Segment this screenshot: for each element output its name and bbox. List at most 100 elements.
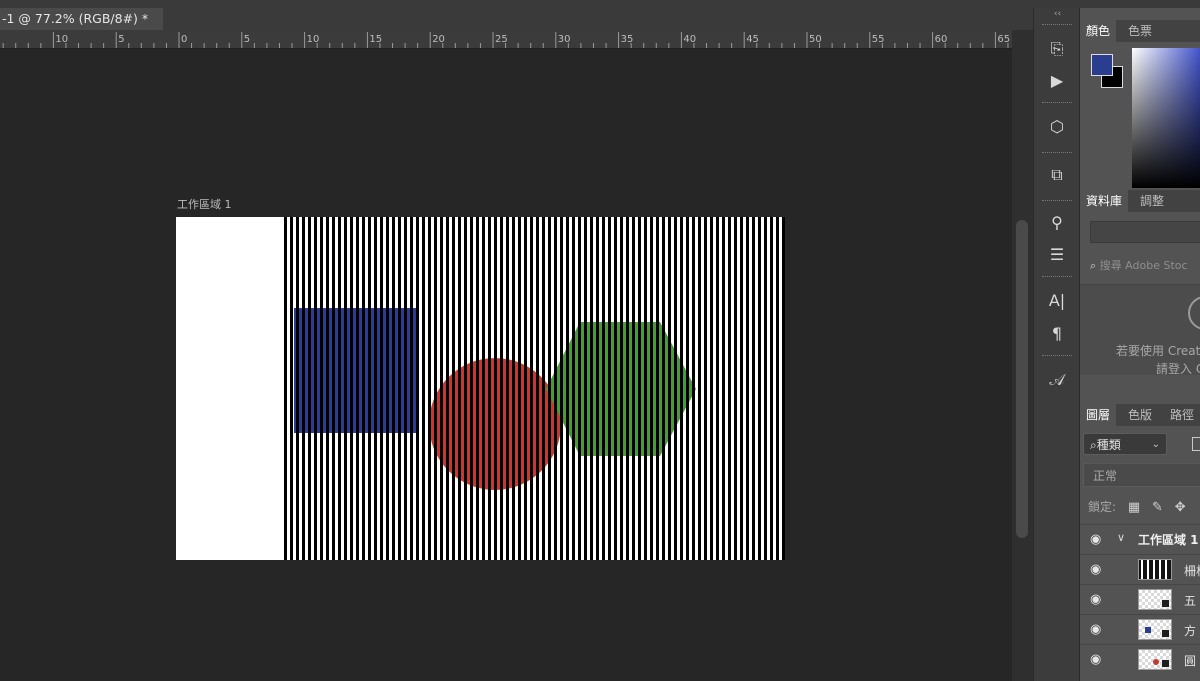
foreground-color-swatch[interactable] (1091, 54, 1113, 76)
paragraph-icon[interactable]: ¶ (1040, 321, 1074, 347)
3d-icon[interactable]: ⬡ (1040, 114, 1074, 140)
layer-row[interactable]: ◉ 柵格 (1080, 554, 1200, 584)
stripe (506, 217, 509, 560)
stripe (722, 217, 725, 560)
stripe (602, 217, 605, 560)
layer-thumbnail (1138, 559, 1172, 580)
glyphs-icon[interactable]: 𝒜 (1040, 367, 1074, 393)
stripe (476, 217, 479, 560)
lock-transparent-pixels-icon[interactable]: ▦ (1128, 500, 1140, 515)
ruler-label: 65 (997, 34, 1010, 45)
eye-icon[interactable]: ◉ (1090, 652, 1101, 667)
library-dropdown[interactable] (1090, 221, 1200, 243)
ruler-label: 10 (55, 34, 68, 45)
tool-separator (1042, 102, 1072, 105)
layer-filter-select[interactable]: ⌕種類 ⌄ (1083, 433, 1167, 455)
stripe (464, 217, 467, 560)
brush-presets-icon[interactable]: ⚲ (1040, 210, 1074, 236)
stripe (356, 217, 359, 560)
stripe (560, 217, 563, 560)
layer-row[interactable]: ◉ 方 (1080, 614, 1200, 644)
stripe (620, 217, 623, 560)
stripe (608, 217, 611, 560)
stripe (644, 217, 647, 560)
stripe (470, 217, 473, 560)
artboard[interactable] (176, 217, 785, 560)
stripe (494, 217, 497, 560)
collapse-panels-icon[interactable]: ‹‹ (1034, 8, 1081, 20)
color-picker-field[interactable] (1132, 48, 1200, 188)
stripe (500, 217, 503, 560)
stripe (404, 217, 407, 560)
tool-separator (1042, 355, 1072, 358)
lock-row: 鎖定: ▦ ✎ ✥ (1088, 498, 1186, 515)
tab-paths[interactable]: 路徑 (1164, 404, 1200, 426)
eye-icon[interactable]: ◉ (1090, 532, 1101, 547)
stripe (716, 217, 719, 560)
layer-group-artboard[interactable]: ◉ ∨ 工作區域 1 (1080, 524, 1200, 554)
stripe (452, 217, 455, 560)
stripe (320, 217, 323, 560)
filter-pixel-layer-icon[interactable] (1192, 437, 1200, 451)
stripe (512, 217, 515, 560)
stripe (524, 217, 527, 560)
panel-toolstrip: ‹‹ ⎘ ▶ ⬡ ⧉ ⚲ ☰ A| ¶ 𝒜 (1033, 8, 1080, 681)
stripe (746, 217, 749, 560)
actions-icon[interactable]: ▶ (1040, 68, 1074, 94)
stripe (386, 217, 389, 560)
tab-adjustments[interactable]: 調整 (1134, 190, 1170, 212)
ruler-label: 25 (495, 34, 508, 45)
search-icon: ⌕ (1090, 259, 1097, 272)
ruler-label: 10 (307, 34, 320, 45)
stripe (764, 217, 767, 560)
stripe (326, 217, 329, 560)
tab-layers[interactable]: 圖層 (1080, 404, 1117, 426)
artboard-label[interactable]: 工作區域 1 (177, 196, 232, 212)
stripe (632, 217, 635, 560)
vertical-scrollbar[interactable] (1012, 30, 1033, 681)
layer-name: 五 (1184, 594, 1197, 608)
stripe (440, 217, 443, 560)
stripe (380, 217, 383, 560)
stripe (398, 217, 401, 560)
tab-libraries[interactable]: 資料庫 (1080, 190, 1129, 212)
library-search[interactable]: ⌕ 搜尋 Adobe Stoc (1090, 257, 1200, 273)
adjust-icon[interactable]: ☰ (1040, 242, 1074, 268)
tab-color[interactable]: 顏色 (1080, 20, 1117, 42)
stripe (428, 217, 431, 560)
document-tab[interactable]: -1 @ 77.2% (RGB/8#) * (0, 8, 163, 30)
chevron-down-icon[interactable]: ∨ (1117, 531, 1125, 544)
stripe (392, 217, 395, 560)
stripe (626, 217, 629, 560)
stripe (782, 217, 785, 560)
lock-position-icon[interactable]: ✥ (1175, 500, 1186, 515)
lock-label: 鎖定: (1088, 500, 1117, 514)
blend-mode-select[interactable]: 正常 (1083, 463, 1200, 487)
stripe (692, 217, 695, 560)
ruler-label: 30 (558, 34, 571, 45)
stripe (770, 217, 773, 560)
eye-icon[interactable]: ◉ (1090, 622, 1101, 637)
scrollbar-thumb[interactable] (1016, 220, 1028, 538)
layer-group-name: 工作區域 1 (1138, 533, 1199, 547)
stripe (680, 217, 683, 560)
eye-icon[interactable]: ◉ (1090, 562, 1101, 577)
stripe (284, 217, 287, 560)
tab-swatches[interactable]: 色票 (1122, 20, 1158, 42)
eye-icon[interactable]: ◉ (1090, 592, 1101, 607)
layer-thumbnail (1138, 649, 1172, 670)
stripe (728, 217, 731, 560)
lock-image-pixels-icon[interactable]: ✎ (1152, 500, 1163, 515)
layer-thumbnail (1138, 619, 1172, 640)
stripe (368, 217, 371, 560)
stripe (434, 217, 437, 560)
character-icon[interactable]: A| (1040, 288, 1074, 314)
clone-source-icon[interactable]: ⧉ (1040, 162, 1074, 188)
layer-row[interactable]: ◉ 五 (1080, 584, 1200, 614)
layer-row[interactable]: ◉ 圓 (1080, 644, 1200, 674)
history-icon[interactable]: ⎘ (1040, 36, 1074, 62)
layer-filter-label: 種類 (1096, 438, 1121, 452)
stripe (656, 217, 659, 560)
stripe (350, 217, 353, 560)
tab-channels[interactable]: 色版 (1122, 404, 1158, 426)
